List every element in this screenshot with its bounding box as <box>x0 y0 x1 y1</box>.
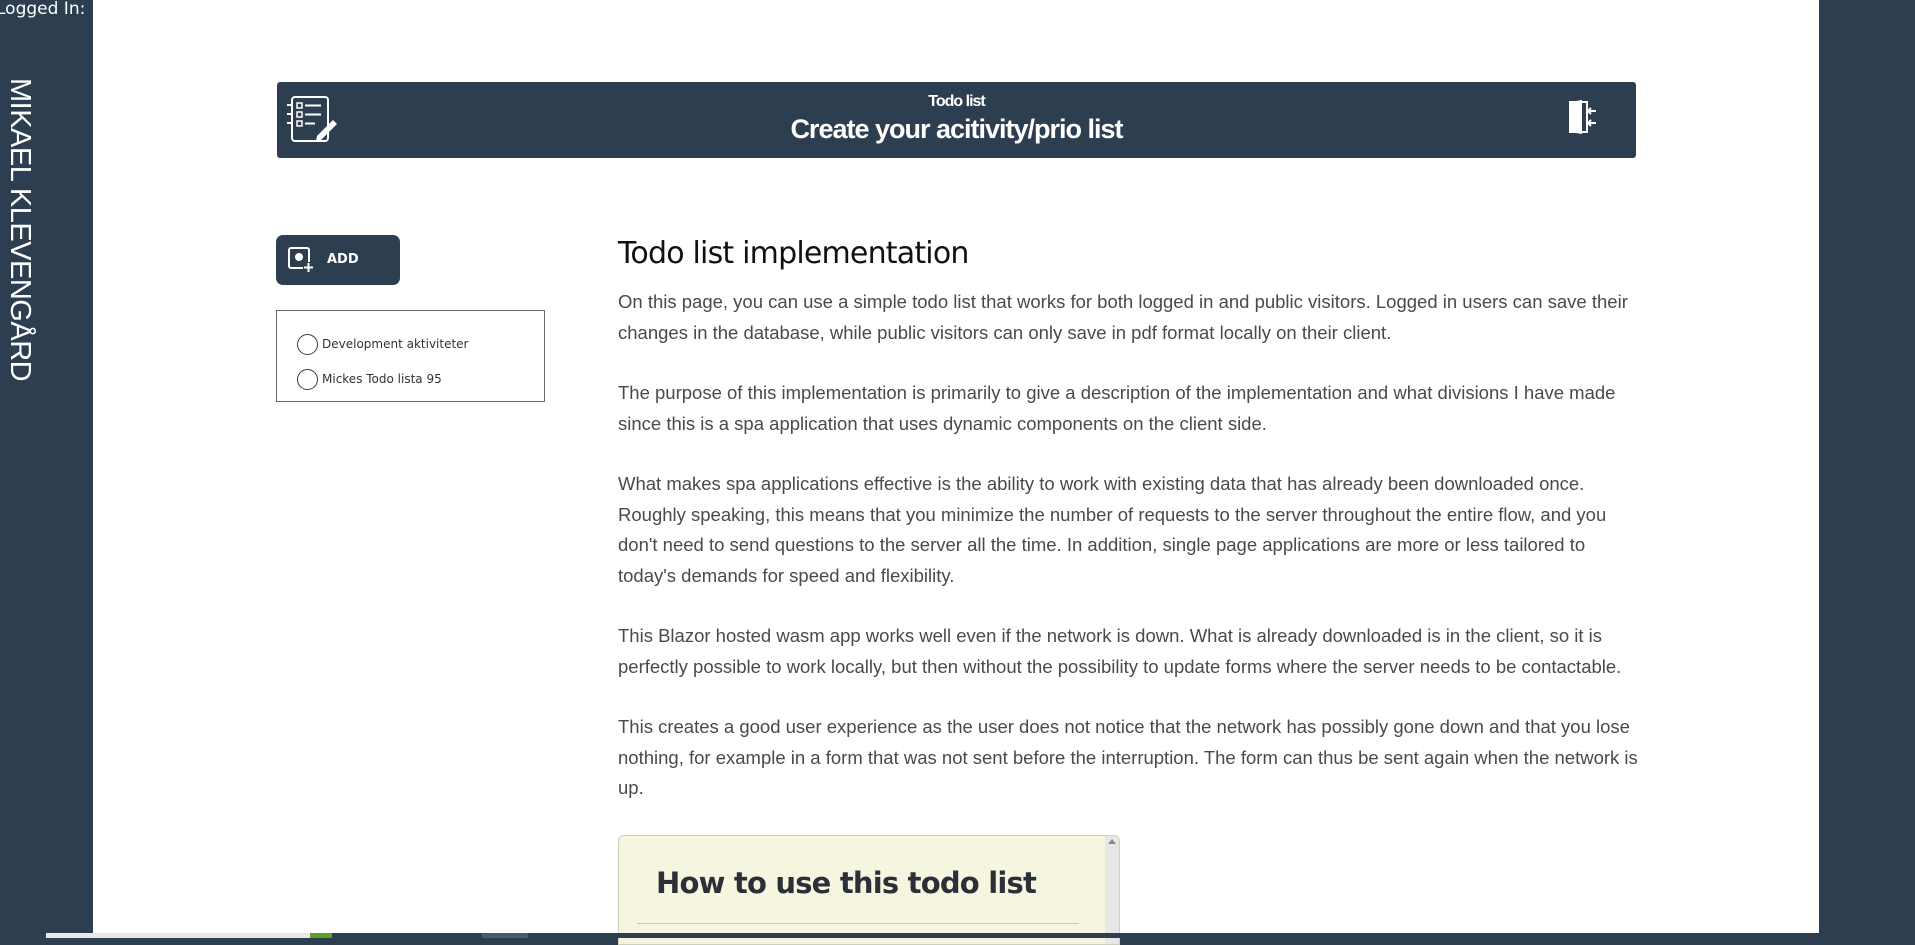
radio-button[interactable] <box>297 368 318 390</box>
list-item-label: Mickes Todo lista 95 <box>322 372 442 386</box>
radio-button[interactable] <box>297 333 318 355</box>
taskbar-segment <box>482 933 528 938</box>
content-paragraph: This Blazor hosted wasm app works well e… <box>618 625 1622 677</box>
add-button[interactable]: ADD <box>276 235 400 285</box>
right-sidebar <box>1819 0 1915 938</box>
main-content-area: Todo list Create your acitivity/prio lis… <box>93 0 1819 945</box>
todo-lists-panel: Development aktiviteter Mickes Todo list… <box>276 310 545 402</box>
help-scrollbar[interactable] <box>1105 836 1119 944</box>
list-item[interactable]: Development aktiviteter <box>297 333 468 355</box>
list-item-label: Development aktiviteter <box>322 337 469 351</box>
content-paragraph: On this page, you can use a simple todo … <box>618 291 1628 343</box>
help-title: How to use this todo list <box>656 866 1037 900</box>
page-header: Todo list Create your acitivity/prio lis… <box>277 82 1636 158</box>
list-item[interactable]: Mickes Todo lista 95 <box>297 368 442 390</box>
content-paragraph: What makes spa applications effective is… <box>618 473 1607 586</box>
help-divider <box>637 923 1079 924</box>
taskbar-segment <box>46 933 310 938</box>
header-title: Create your acitivity/prio list <box>790 114 1123 144</box>
user-name: MIKAEL KLEVENGÅRD <box>4 78 36 382</box>
add-image-icon <box>288 247 314 273</box>
content-paragraph: The purpose of this implementation is pr… <box>618 382 1616 434</box>
left-sidebar: Logged In: MIKAEL KLEVENGÅRD <box>0 0 93 938</box>
help-box: How to use this todo list <box>618 835 1120 945</box>
taskbar-segment <box>310 933 332 938</box>
add-button-label: ADD <box>327 252 359 267</box>
logout-door-icon[interactable] <box>1566 99 1598 135</box>
logged-in-label: Logged In: <box>0 0 86 19</box>
content-section: Todo list implementation On this page, y… <box>618 236 1648 834</box>
content-title: Todo list implementation <box>618 236 969 271</box>
scroll-up-icon[interactable] <box>1108 839 1116 844</box>
content-paragraph: This creates a good user experience as t… <box>618 716 1638 798</box>
header-subtitle: Todo list <box>928 93 985 110</box>
